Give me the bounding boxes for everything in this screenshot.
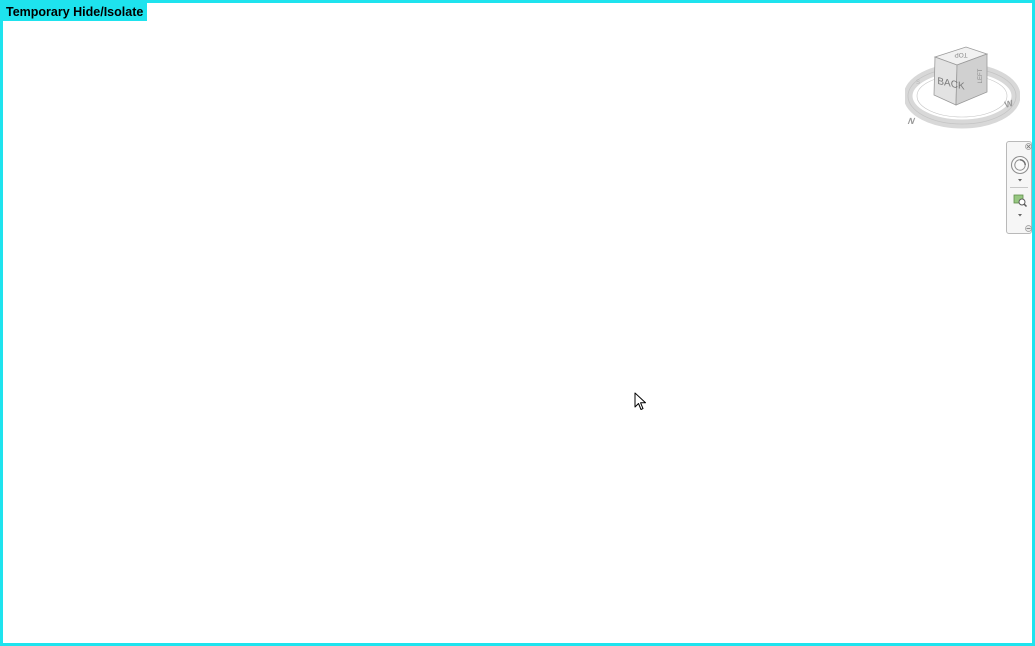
zoom-dropdown-icon[interactable] bbox=[1017, 213, 1023, 218]
temporary-hide-isolate-label: Temporary Hide/Isolate bbox=[3, 3, 148, 21]
viewcube-face-top[interactable]: TOP bbox=[954, 51, 967, 58]
zoom-region-icon[interactable] bbox=[1012, 192, 1028, 208]
viewcube[interactable]: TOP BACK LEFT N S W E bbox=[905, 42, 1020, 132]
navigation-bar[interactable] bbox=[1006, 141, 1032, 234]
options-icon[interactable] bbox=[1025, 225, 1032, 232]
compass-label-n[interactable]: N bbox=[906, 116, 916, 126]
steering-wheel-dropdown-icon[interactable] bbox=[1017, 178, 1023, 183]
steering-wheel-icon[interactable] bbox=[1010, 155, 1030, 175]
nav-divider bbox=[1010, 187, 1028, 188]
drawing-viewport[interactable]: Temporary Hide/Isolate bbox=[0, 0, 1035, 646]
arrow-pointer-icon bbox=[634, 392, 646, 410]
close-icon[interactable] bbox=[1025, 143, 1032, 150]
compass-label-s[interactable]: S bbox=[916, 80, 920, 86]
